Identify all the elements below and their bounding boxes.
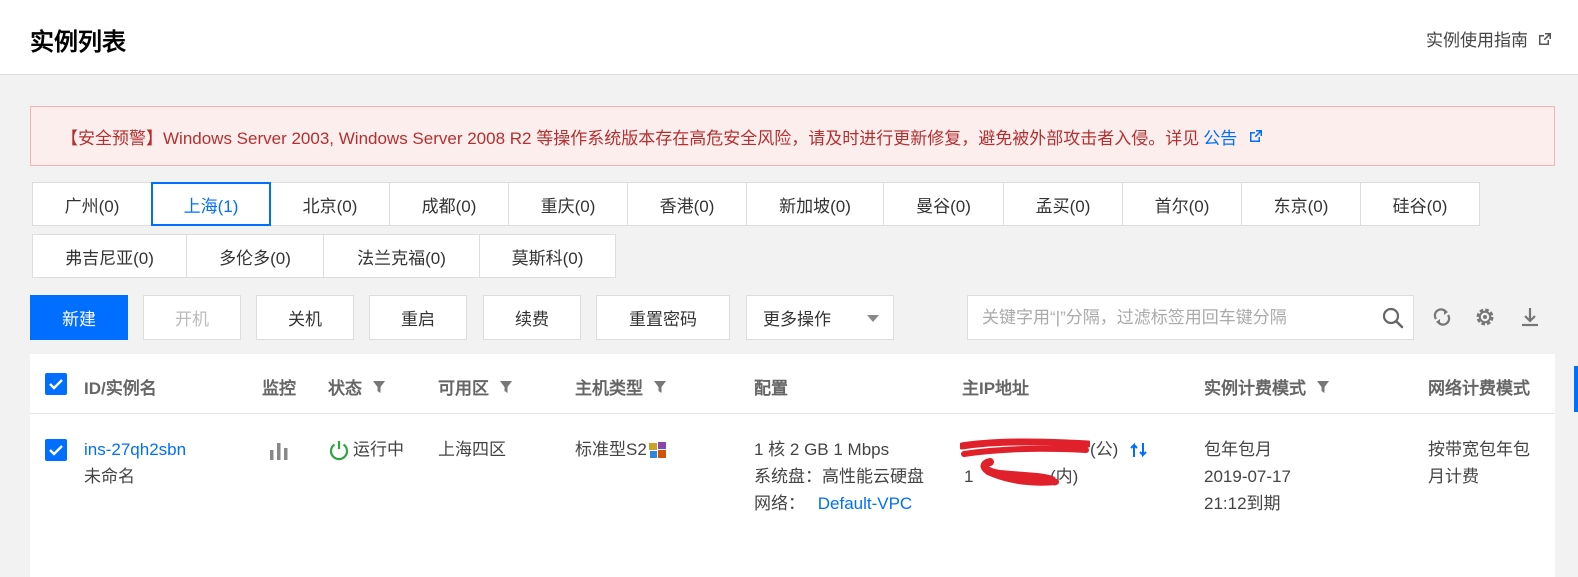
config-disk: 系统盘：高性能云硬盘	[754, 467, 924, 486]
region-tab-virginia[interactable]: 弗吉尼亚(0)	[32, 234, 187, 278]
instance-name: 未命名	[84, 467, 135, 486]
page-title: 实例列表	[30, 29, 126, 56]
region-tab-toronto[interactable]: 多伦多(0)	[186, 234, 324, 278]
billing-cell: 包年包月 2019-07-17 21:12到期	[1204, 436, 1291, 517]
zone-cell: 上海四区	[438, 440, 506, 459]
region-tab-beijing[interactable]: 北京(0)	[270, 182, 390, 226]
caret-down-icon	[867, 315, 879, 322]
type-cell: 标准型S2	[575, 436, 669, 463]
guide-link-label: 实例使用指南	[1426, 31, 1528, 50]
config-network-label: 网络：	[754, 494, 805, 513]
region-tab-chengdu[interactable]: 成都(0)	[389, 182, 509, 226]
column-header-type: 主机类型	[575, 374, 667, 399]
instance-guide-link[interactable]: 实例使用指南	[1426, 26, 1552, 51]
external-link-icon[interactable]	[1249, 129, 1263, 143]
region-tab-chongqing[interactable]: 重庆(0)	[508, 182, 628, 226]
vpc-link[interactable]: Default-VPC	[818, 494, 912, 513]
column-header-zone-label: 可用区	[438, 379, 489, 398]
stop-button[interactable]: 关机	[256, 295, 354, 340]
config-spec: 1 核 2 GB 1 Mbps	[754, 440, 890, 459]
gear-icon[interactable]	[1473, 305, 1497, 329]
region-tab-silicon-valley[interactable]: 硅谷(0)	[1360, 182, 1480, 226]
search-box	[967, 295, 1414, 340]
power-icon	[329, 440, 349, 460]
instance-type: 标准型S2	[575, 440, 647, 459]
page-header: 实例列表 实例使用指南	[0, 0, 1578, 75]
instance-table: ID/实例名 监控 状态 可用区 主机类型 配置 主IP地址 实例计费模式 网络…	[30, 354, 1555, 577]
instance-id-link[interactable]: ins-27qh2sbn	[84, 436, 186, 463]
security-alert-banner: 【安全预警】Windows Server 2003, Windows Serve…	[30, 106, 1555, 166]
filter-icon[interactable]	[653, 380, 667, 394]
announcement-link[interactable]: 公告	[1203, 124, 1237, 149]
column-header-config-label: 配置	[754, 379, 788, 398]
swap-ip-icon[interactable]	[1129, 440, 1149, 460]
column-header-billing: 实例计费模式	[1204, 374, 1330, 399]
column-header-monitor-label: 监控	[262, 379, 296, 398]
region-tab-frankfurt[interactable]: 法兰克福(0)	[323, 234, 480, 278]
column-header-id: ID/实例名	[84, 374, 157, 399]
check-icon	[49, 445, 63, 456]
alert-text: 【安全预警】Windows Server 2003, Windows Serve…	[61, 128, 1200, 148]
reset-password-button[interactable]: 重置密码	[596, 295, 730, 340]
instance-type-badge-icon	[648, 441, 666, 458]
check-icon	[49, 379, 63, 390]
region-tab-tokyo[interactable]: 东京(0)	[1241, 182, 1361, 226]
row-checkbox[interactable]	[45, 439, 67, 461]
region-tab-seoul[interactable]: 首尔(0)	[1122, 182, 1242, 226]
region-tab-singapore[interactable]: 新加坡(0)	[746, 182, 884, 226]
search-icon[interactable]	[1381, 306, 1405, 330]
column-header-zone: 可用区	[438, 374, 513, 399]
region-tab-mumbai[interactable]: 孟买(0)	[1003, 182, 1123, 226]
status-text: 运行中	[353, 440, 404, 459]
region-tab-hongkong[interactable]: 香港(0)	[627, 182, 747, 226]
restart-button[interactable]: 重启	[369, 295, 467, 340]
monitor-chart-icon[interactable]	[269, 442, 289, 460]
external-link-icon	[1539, 32, 1551, 45]
column-header-ip: 主IP地址	[962, 374, 1029, 399]
more-actions-dropdown[interactable]: 更多操作	[746, 295, 894, 340]
filter-icon[interactable]	[499, 380, 513, 394]
new-instance-button[interactable]: 新建	[30, 295, 128, 340]
column-header-monitor: 监控	[262, 374, 296, 399]
column-header-network-billing: 网络计费模式	[1428, 374, 1530, 399]
billing-mode: 包年包月	[1204, 440, 1272, 459]
column-header-id-label: ID/实例名	[84, 379, 157, 398]
renew-button[interactable]: 续费	[483, 295, 581, 340]
column-header-config: 配置	[754, 374, 788, 399]
region-tab-bangkok[interactable]: 曼谷(0)	[883, 182, 1004, 226]
filter-icon[interactable]	[1316, 380, 1330, 394]
column-header-ip-label: 主IP地址	[962, 379, 1030, 398]
public-ip-suffix: (公)	[1090, 440, 1119, 459]
billing-expiry-time: 21:12到期	[1204, 494, 1281, 513]
column-header-type-label: 主机类型	[575, 379, 643, 398]
config-cell: 1 核 2 GB 1 Mbps 系统盘：高性能云硬盘 网络： Default-V…	[754, 436, 924, 517]
network-billing-cell: 按带宽包年包 月计费	[1428, 436, 1530, 490]
network-billing-line2: 月计费	[1428, 467, 1479, 486]
scroll-indicator[interactable]	[1574, 366, 1578, 412]
column-header-network-billing-label: 网络计费模式	[1428, 379, 1530, 398]
start-button[interactable]: 开机	[143, 295, 241, 340]
refresh-icon[interactable]	[1430, 305, 1454, 329]
filter-icon[interactable]	[372, 380, 386, 394]
column-header-status-label: 状态	[328, 379, 362, 398]
region-tab-guangzhou[interactable]: 广州(0)	[32, 182, 152, 226]
billing-expiry-date: 2019-07-17	[1204, 467, 1291, 486]
search-input[interactable]	[968, 296, 1373, 339]
status-cell: 运行中	[328, 436, 404, 463]
more-actions-label: 更多操作	[763, 310, 831, 329]
column-header-status: 状态	[328, 374, 386, 399]
table-header: ID/实例名 监控 状态 可用区 主机类型 配置 主IP地址 实例计费模式 网络…	[30, 354, 1555, 414]
network-billing-line1: 按带宽包年包	[1428, 440, 1530, 459]
select-all-checkbox[interactable]	[45, 373, 67, 395]
download-icon[interactable]	[1518, 305, 1542, 329]
column-header-billing-label: 实例计费模式	[1204, 379, 1306, 398]
region-tab-moscow[interactable]: 莫斯科(0)	[479, 234, 616, 278]
redaction-scribble	[960, 438, 1090, 486]
region-tab-shanghai[interactable]: 上海(1)	[151, 182, 271, 226]
